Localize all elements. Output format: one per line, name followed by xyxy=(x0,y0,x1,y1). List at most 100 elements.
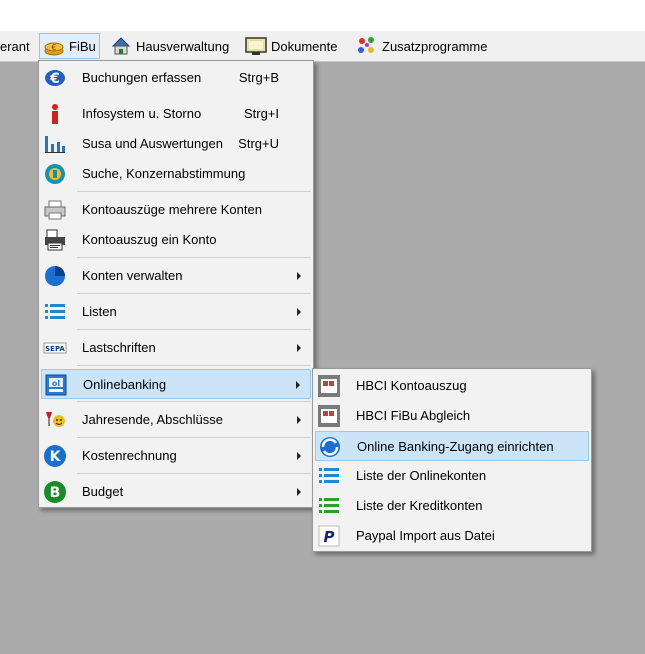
menu-item-label: Onlinebanking xyxy=(83,377,167,392)
menu-item-label: Infosystem u. Storno xyxy=(82,106,202,121)
menu-separator xyxy=(77,473,311,474)
menu-item-kontoauszug-ein[interactable]: Kontoauszug ein Konto xyxy=(41,225,311,255)
menu-item-lastschriften[interactable]: SEPA Lastschriften xyxy=(41,333,311,363)
menu-item-label: Budget xyxy=(82,484,124,499)
menu-separator xyxy=(77,401,311,402)
menu-item-label: Liste der Kreditkonten xyxy=(356,498,483,513)
menu-item-label: Listen xyxy=(82,304,117,319)
menu-item-jahresende[interactable]: Jahresende, Abschlüsse xyxy=(41,405,311,435)
menu-separator xyxy=(77,293,311,294)
pie-globe-icon xyxy=(43,264,67,288)
svg-text:€: € xyxy=(51,43,56,52)
colorful-dots-icon xyxy=(356,35,378,57)
menu-item-liste-onlinekonten[interactable]: Liste der Onlinekonten xyxy=(315,461,589,491)
menu-item-buchungen-erfassen[interactable]: € Buchungen erfassen Strg+B xyxy=(41,63,311,93)
menu-item-label: Jahresende, Abschlüsse xyxy=(82,412,223,427)
menubar-item-partial-label: erant xyxy=(0,38,30,54)
menu-item-label: HBCI FiBu Abgleich xyxy=(356,408,471,423)
sepa-icon: SEPA xyxy=(43,336,67,360)
paypal-icon: P xyxy=(317,524,341,548)
menubar-item-dokumente[interactable]: Dokumente xyxy=(245,33,337,59)
menu-item-suche[interactable]: Suche, Konzernabstimmung xyxy=(41,159,311,189)
house-icon xyxy=(110,35,132,57)
svg-text:B: B xyxy=(50,485,61,501)
euro-coins-icon: € xyxy=(43,35,65,57)
document-monitor-icon xyxy=(245,35,267,57)
menu-item-onlinebanking[interactable]: ol Onlinebanking xyxy=(41,369,311,399)
submenu-arrow-icon xyxy=(297,416,301,424)
printer-icon xyxy=(43,198,67,222)
window-title-area xyxy=(0,0,645,31)
hbci-reconcile-icon xyxy=(317,404,341,428)
list-green-icon xyxy=(317,494,341,518)
menu-item-budget[interactable]: B Budget xyxy=(41,477,311,507)
budget-circle-icon: B xyxy=(43,480,67,504)
menu-item-susa[interactable]: Susa und Auswertungen Strg+U xyxy=(41,129,311,159)
menu-item-label: Kostenrechnung xyxy=(82,448,177,463)
svg-text:ol: ol xyxy=(52,379,60,388)
menubar-item-partial[interactable]: erant xyxy=(0,33,30,59)
menu-separator xyxy=(77,329,311,330)
menu-item-label: Kontoauszüge mehrere Konten xyxy=(82,202,262,217)
menu-item-label: Suche, Konzernabstimmung xyxy=(82,166,246,181)
submenu-arrow-icon xyxy=(297,452,301,460)
fibu-menu: € Buchungen erfassen Strg+B Infosystem u… xyxy=(38,60,314,508)
menu-item-label: Lastschriften xyxy=(82,340,156,355)
menu-item-shortcut: Strg+U xyxy=(238,136,279,151)
menu-item-label: Konten verwalten xyxy=(82,268,183,283)
menu-item-online-banking-zugang[interactable]: Online Banking-Zugang einrichten xyxy=(315,431,589,461)
submenu-arrow-icon xyxy=(297,344,301,352)
list-blue-icon xyxy=(317,464,341,488)
hbci-statement-icon xyxy=(317,374,341,398)
menubar-item-zusatzprogramme-label: Zusatzprogramme xyxy=(382,38,488,54)
k-circle-icon: K xyxy=(43,444,67,468)
menubar-item-hausverwaltung-label: Hausverwaltung xyxy=(136,38,230,54)
online-banking-icon: ol xyxy=(44,373,68,397)
svg-text:P: P xyxy=(324,528,335,546)
submenu-arrow-icon xyxy=(297,308,301,316)
printer-sheet-icon xyxy=(43,228,67,252)
menu-item-label: Online Banking-Zugang einrichten xyxy=(357,439,554,454)
bar-chart-icon xyxy=(43,132,67,156)
menu-item-shortcut: Strg+I xyxy=(243,106,279,121)
euro-icon: € xyxy=(43,66,67,90)
menu-item-konten-verwalten[interactable]: Konten verwalten xyxy=(41,261,311,291)
menu-item-listen[interactable]: Listen xyxy=(41,297,311,327)
menu-item-infosystem[interactable]: Infosystem u. Storno Strg+I xyxy=(41,99,311,129)
search-globe-icon xyxy=(43,162,67,186)
menu-separator xyxy=(77,257,311,258)
menu-item-label: Buchungen erfassen xyxy=(82,70,202,85)
menubar-item-dokumente-label: Dokumente xyxy=(271,38,338,54)
menu-item-shortcut: Strg+B xyxy=(238,70,279,85)
menu-separator xyxy=(77,437,311,438)
menu-item-label: HBCI Kontoauszug xyxy=(356,378,467,393)
celebration-icon xyxy=(43,408,67,432)
svg-text:SEPA: SEPA xyxy=(45,345,65,353)
submenu-arrow-icon xyxy=(297,488,301,496)
menu-separator xyxy=(77,191,311,192)
menubar-item-zusatzprogramme[interactable]: Zusatzprogramme xyxy=(356,33,487,59)
info-icon xyxy=(43,102,67,126)
menubar-item-hausverwaltung[interactable]: Hausverwaltung xyxy=(110,33,229,59)
submenu-arrow-icon xyxy=(297,272,301,280)
menu-item-paypal-import[interactable]: P Paypal Import aus Datei xyxy=(315,521,589,551)
submenu-arrow-icon xyxy=(296,381,300,389)
menu-item-kostenrechnung[interactable]: K Kostenrechnung xyxy=(41,441,311,471)
menu-item-label: Kontoauszug ein Konto xyxy=(82,232,217,247)
menu-item-label: Liste der Onlinekonten xyxy=(356,468,487,483)
menubar-item-fibu-label: FiBu xyxy=(69,38,96,54)
menu-item-hbci-fibu-abgleich[interactable]: HBCI FiBu Abgleich xyxy=(315,401,589,431)
onlinebanking-submenu: HBCI Kontoauszug HBCI FiBu Abgleich Onli… xyxy=(312,368,592,552)
menu-item-liste-kreditkonten[interactable]: Liste der Kreditkonten xyxy=(315,491,589,521)
menu-separator xyxy=(77,365,311,366)
menu-item-hbci-kontoauszug[interactable]: HBCI Kontoauszug xyxy=(315,371,589,401)
menu-bar: erant € FiBu Hausverwaltung Dokumente Zu… xyxy=(0,31,645,62)
menubar-item-fibu[interactable]: € FiBu xyxy=(39,33,100,59)
svg-text:€: € xyxy=(49,71,60,87)
menu-item-label: Paypal Import aus Datei xyxy=(356,528,495,543)
svg-text:K: K xyxy=(50,449,62,465)
list-icon xyxy=(43,300,67,324)
menu-item-label: Susa und Auswertungen xyxy=(82,136,223,151)
sync-globe-icon xyxy=(318,435,342,459)
menu-item-kontoauszuege-mehrere[interactable]: Kontoauszüge mehrere Konten xyxy=(41,195,311,225)
